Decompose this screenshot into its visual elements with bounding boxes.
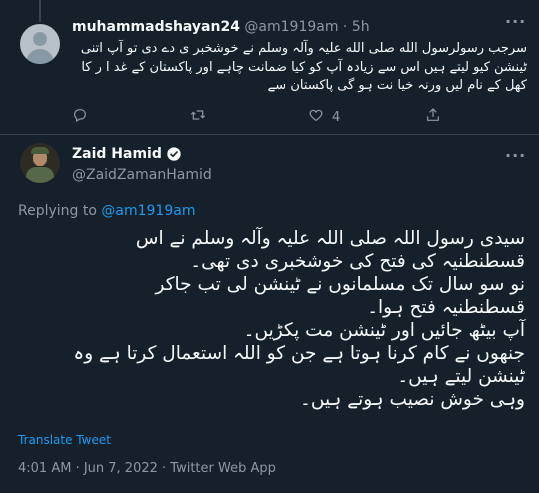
replying-mention-link[interactable]: @am1919am (101, 203, 195, 219)
author-avatar[interactable] (20, 143, 60, 183)
reply-header: muhammadshayan24 @am1919am · 5h (72, 19, 370, 35)
reply-author-name[interactable]: muhammadshayan24 (72, 19, 240, 35)
reply-time[interactable]: 5h (352, 19, 370, 35)
tweet-line: آپ بیٹھ جائیں اور ٹینشن مت پکڑیں۔ (243, 320, 525, 341)
reply-tweet[interactable]: muhammadshayan24 @am1919am · 5h ··· سرجب… (0, 0, 539, 135)
reply-button[interactable] (72, 107, 96, 127)
avatar-cap-shape (31, 147, 49, 154)
reply-text: سرجب رسولرسول الله صلی الله علیہ وآلہ وس… (80, 41, 527, 93)
tweet-line: جنھوں نے کام کرنا ہوتا ہے جن کو اللہ است… (73, 343, 525, 364)
reply-action-bar: 4 (72, 107, 532, 125)
author-handle[interactable]: @ZaidZamanHamid (72, 167, 212, 183)
tweet-line: سیدی رسول اللہ صلی اللہ علیہ وآلہ وسلم ن… (135, 228, 525, 249)
avatar-torso-shape (26, 167, 54, 183)
verified-badge-icon (166, 146, 182, 162)
reply-separator: · (342, 19, 348, 35)
reply-author-handle[interactable]: @am1919am (244, 19, 338, 35)
tweet-line: وہی خوش نصیب ہوتے ہیں۔ (300, 389, 525, 410)
reply-icon (72, 107, 88, 127)
translate-tweet-link[interactable]: Translate Tweet (18, 433, 111, 447)
tweet-meta-timestamp[interactable]: 4:01 AM · Jun 7, 2022 · Twitter Web App (18, 461, 276, 476)
like-button[interactable]: 4 (308, 107, 340, 127)
tweet-line: نو سو سال تک مسلمانوں نے ٹینشن لی تب جاک… (155, 274, 526, 295)
share-icon (425, 107, 441, 127)
default-avatar[interactable] (20, 24, 60, 64)
tweet-line: ٹینشن لیتے ہیں۔ (397, 366, 525, 387)
author-name-row[interactable]: Zaid Hamid (72, 146, 182, 162)
share-button[interactable] (425, 107, 441, 127)
like-count: 4 (332, 109, 341, 125)
tweet-line: قسطنطنیہ کی فتح کی خوشخبری دی تھی۔ (190, 251, 525, 272)
replying-to: Replying to @am1919am (18, 203, 195, 219)
more-dots-icon[interactable]: ··· (505, 146, 526, 165)
retweet-button[interactable] (190, 107, 214, 127)
author-name[interactable]: Zaid Hamid (72, 146, 162, 162)
avatar-body-shape (26, 49, 54, 64)
heart-icon (308, 107, 324, 127)
tweet-text: سیدی رسول اللہ صلی اللہ علیہ وآلہ وسلم ن… (18, 227, 525, 411)
replying-prefix: Replying to (18, 203, 97, 219)
retweet-icon (190, 107, 206, 127)
more-dots-icon[interactable]: ··· (505, 12, 526, 31)
tweet-line: قسطنطنیہ فتح ہوا۔ (367, 297, 525, 318)
avatar-head-shape (33, 32, 47, 46)
